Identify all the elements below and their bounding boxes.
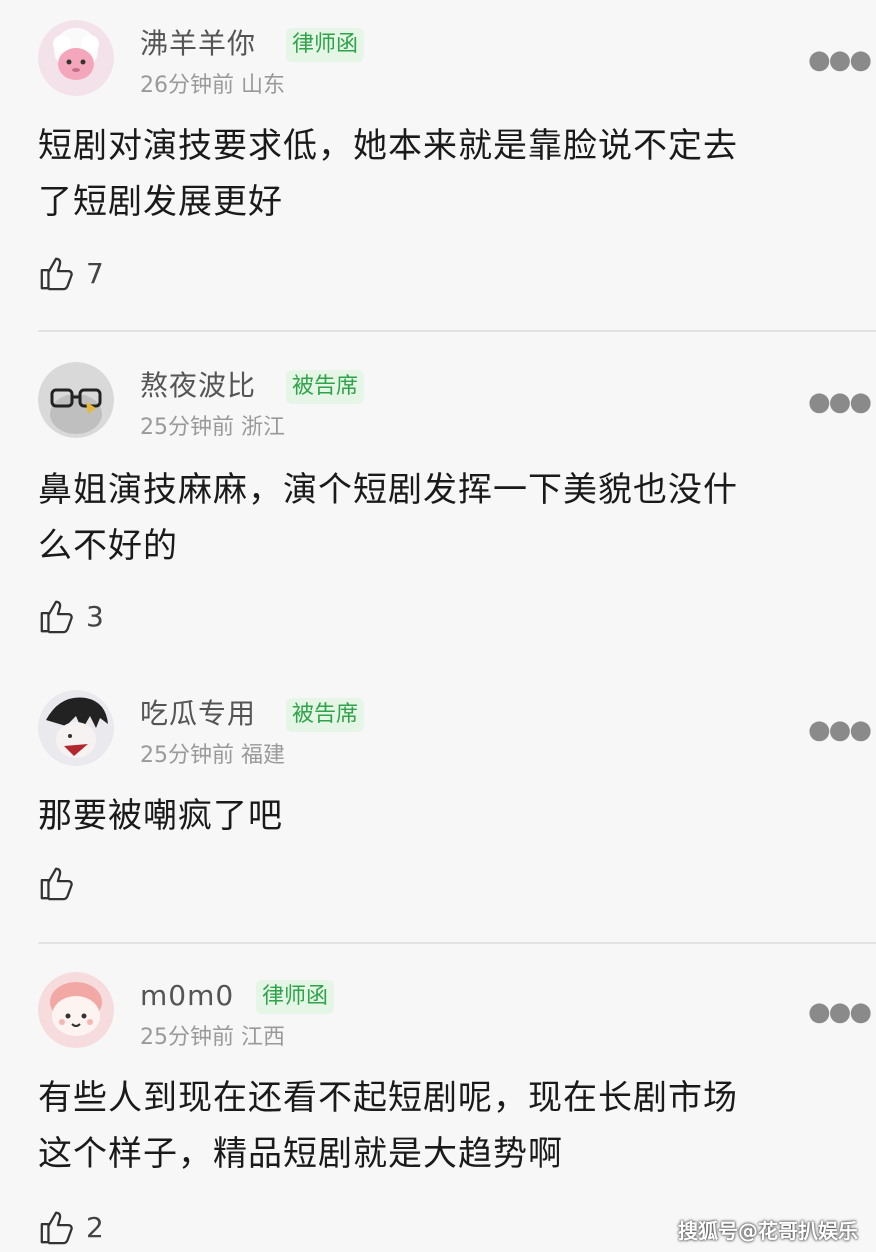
comment-time: 25分钟前 xyxy=(140,743,234,768)
like-button[interactable]: 7 xyxy=(38,254,104,294)
user-badge: 被告席 xyxy=(286,370,365,404)
comment-location: 福建 xyxy=(241,743,286,768)
user-badge: 被告席 xyxy=(286,698,365,732)
comment-meta: 25分钟前 福建 xyxy=(140,742,285,770)
avatar[interactable] xyxy=(38,972,114,1048)
like-count: 2 xyxy=(86,1210,104,1244)
comment-text-line: 那要被嘲疯了吧 xyxy=(38,796,283,836)
comment-time: 25分钟前 xyxy=(140,415,234,440)
comment-location: 江西 xyxy=(241,1025,286,1050)
comment-location: 浙江 xyxy=(241,415,286,440)
avatar[interactable] xyxy=(38,362,114,438)
comment-text: 有些人到现在还看不起短剧呢，现在长剧市场 这个样子，精品短剧就是大趋势啊 xyxy=(38,1070,838,1182)
comment-time: 25分钟前 xyxy=(140,1025,234,1050)
like-button[interactable]: 3 xyxy=(38,597,104,637)
comment-meta: 25分钟前 江西 xyxy=(140,1024,285,1052)
comment-meta: 26分钟前 山东 xyxy=(140,72,285,100)
comment-meta: 25分钟前 浙江 xyxy=(140,414,285,442)
comment-text-line: 这个样子，精品短剧就是大趋势啊 xyxy=(38,1134,563,1174)
thumbs-up-icon xyxy=(40,600,73,634)
username[interactable]: 熬夜波比 xyxy=(140,368,256,404)
divider xyxy=(38,330,876,332)
like-count: 7 xyxy=(86,256,104,290)
thumbs-up-icon xyxy=(40,867,73,901)
comment-text-line: 了短剧发展更好 xyxy=(38,182,283,222)
comment-location: 山东 xyxy=(241,73,286,98)
comment-text-line: 么不好的 xyxy=(38,526,178,566)
user-badge: 律师函 xyxy=(286,28,365,62)
comment-text: 那要被嘲疯了吧 xyxy=(38,788,838,844)
comment-text: 短剧对演技要求低，她本来就是靠脸说不定去 了短剧发展更好 xyxy=(38,118,838,230)
avatar[interactable] xyxy=(38,690,114,766)
watermark: 搜狐号@花哥扒娱乐 xyxy=(678,1219,858,1243)
like-button[interactable] xyxy=(38,864,86,904)
more-dots-icon[interactable]: ●●● xyxy=(808,389,872,415)
avatar[interactable] xyxy=(38,20,114,96)
comment-time: 26分钟前 xyxy=(140,73,234,98)
more-dots-icon[interactable]: ●●● xyxy=(808,47,872,73)
divider xyxy=(38,942,876,944)
username[interactable]: 沸羊羊你 xyxy=(140,26,256,62)
more-dots-icon[interactable]: ●●● xyxy=(808,717,872,743)
more-dots-icon[interactable]: ●●● xyxy=(808,999,872,1025)
like-count: 3 xyxy=(86,599,104,633)
comment-text-line: 短剧对演技要求低，她本来就是靠脸说不定去 xyxy=(38,126,738,166)
thumbs-up-icon xyxy=(40,257,73,291)
comment-text-line: 鼻姐演技麻麻，演个短剧发挥一下美貌也没什 xyxy=(38,470,738,510)
thumbs-up-icon xyxy=(40,1211,73,1245)
comment-text-line: 有些人到现在还看不起短剧呢，现在长剧市场 xyxy=(38,1078,738,1118)
username[interactable]: m0m0 xyxy=(140,978,234,1014)
username[interactable]: 吃瓜专用 xyxy=(140,696,256,732)
comment-text: 鼻姐演技麻麻，演个短剧发挥一下美貌也没什 么不好的 xyxy=(38,462,838,574)
user-badge: 律师函 xyxy=(256,980,335,1014)
like-button[interactable]: 2 xyxy=(38,1208,104,1248)
